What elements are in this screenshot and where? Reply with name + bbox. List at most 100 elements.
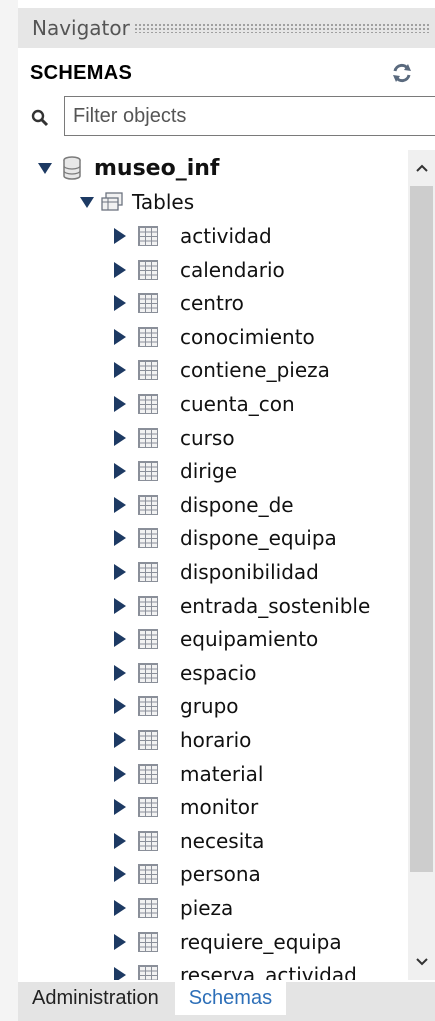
schemas-label: SCHEMAS xyxy=(30,61,133,84)
table-node[interactable]: centro xyxy=(114,287,244,319)
table-node[interactable]: equipamiento xyxy=(114,623,318,655)
table-name: disponibilidad xyxy=(180,560,319,584)
expand-arrow-icon[interactable] xyxy=(114,698,126,715)
expand-arrow-icon[interactable] xyxy=(114,900,126,916)
table-node[interactable]: material xyxy=(114,758,263,790)
scrollbar-thumb[interactable] xyxy=(410,186,433,872)
expand-arrow-icon[interactable] xyxy=(114,496,126,513)
navigator-titlebar: Navigator xyxy=(18,8,435,48)
refresh-icon[interactable] xyxy=(390,61,414,85)
table-icon xyxy=(138,326,158,347)
table-node[interactable]: cuenta_con xyxy=(114,388,295,420)
table-node[interactable]: dispone_equipa xyxy=(114,522,337,554)
expand-arrow-icon[interactable] xyxy=(114,362,126,379)
table-name: reserva_actividad xyxy=(180,963,357,980)
expand-arrow-icon[interactable] xyxy=(114,530,126,547)
table-node[interactable]: necesita xyxy=(114,825,264,857)
table-node[interactable]: requiere_equipa xyxy=(114,926,342,958)
table-name: monitor xyxy=(180,795,259,820)
table-node[interactable]: horario xyxy=(114,724,251,756)
table-name: espacio xyxy=(180,660,257,685)
table-name: calendario xyxy=(180,257,285,282)
expand-arrow-icon[interactable] xyxy=(114,396,126,412)
expand-arrow-icon[interactable] xyxy=(114,799,126,816)
table-node[interactable]: disponibilidad xyxy=(114,556,319,588)
expand-arrow-icon[interactable] xyxy=(114,732,126,748)
table-name: entrada_sostenible xyxy=(180,593,371,618)
table-icon xyxy=(138,394,158,414)
expand-arrow-icon[interactable] xyxy=(114,597,126,614)
table-node[interactable]: dirige xyxy=(114,455,237,487)
table-node[interactable]: conocimiento xyxy=(114,321,315,353)
table-icon xyxy=(138,427,158,448)
table-name: pieza xyxy=(180,896,234,920)
expand-arrow-icon[interactable] xyxy=(114,328,126,345)
expand-arrow-icon[interactable] xyxy=(114,664,126,681)
scroll-down-button[interactable] xyxy=(408,950,435,974)
table-node[interactable]: contiene_pieza xyxy=(114,354,330,386)
filter-objects-input[interactable] xyxy=(64,96,435,136)
expand-arrow-icon[interactable] xyxy=(114,564,126,580)
table-icon xyxy=(138,293,158,314)
table-name: contiene_pieza xyxy=(180,358,330,383)
expand-arrow-icon[interactable] xyxy=(114,765,126,782)
panel-drag-handle[interactable] xyxy=(133,23,431,33)
table-icon xyxy=(138,595,158,616)
collapse-arrow-icon[interactable] xyxy=(38,162,52,174)
table-node[interactable]: entrada_sostenible xyxy=(114,590,370,622)
table-name: persona xyxy=(180,862,261,887)
table-name: cuenta_con xyxy=(180,392,295,416)
table-icon xyxy=(138,763,158,784)
table-icon xyxy=(138,797,158,818)
tables-folder-label: Tables xyxy=(132,190,195,214)
table-icon xyxy=(138,696,158,717)
table-icon xyxy=(138,830,158,851)
table-name: equipamiento xyxy=(180,627,319,652)
table-icon xyxy=(138,629,158,650)
table-node[interactable]: grupo xyxy=(114,690,239,722)
table-node[interactable]: reserva_actividad xyxy=(114,959,357,980)
table-name: requiere_equipa xyxy=(180,929,342,954)
tab-administration[interactable]: Administration xyxy=(18,982,173,1015)
table-name: necesita xyxy=(180,828,265,853)
vertical-scrollbar[interactable] xyxy=(408,150,435,980)
left-edge-strip xyxy=(0,0,18,1021)
bottom-tab-bar: Administration Schemas xyxy=(18,982,435,1021)
expand-arrow-icon[interactable] xyxy=(114,866,126,883)
table-icon xyxy=(138,965,158,980)
table-name: dispone_equipa xyxy=(180,526,337,551)
table-node[interactable]: persona xyxy=(114,858,261,890)
table-icon xyxy=(138,528,158,549)
expand-arrow-icon[interactable] xyxy=(114,933,126,950)
table-name: conocimiento xyxy=(180,324,315,349)
scroll-up-button[interactable] xyxy=(408,156,435,180)
expand-arrow-icon[interactable] xyxy=(114,261,126,278)
table-node[interactable]: calendario xyxy=(114,254,285,286)
table-node[interactable]: espacio xyxy=(114,657,256,689)
schema-node[interactable]: museo_inf xyxy=(38,152,220,184)
table-node[interactable]: monitor xyxy=(114,791,258,823)
tables-folder-node[interactable]: Tables xyxy=(80,186,194,218)
table-node[interactable]: pieza xyxy=(114,892,233,924)
search-icon xyxy=(31,109,49,127)
expand-arrow-icon[interactable] xyxy=(114,463,126,480)
collapse-arrow-icon[interactable] xyxy=(80,196,94,208)
expand-arrow-icon[interactable] xyxy=(114,631,126,648)
table-node[interactable]: actividad xyxy=(114,220,272,252)
table-name: centro xyxy=(180,291,244,316)
table-icon xyxy=(138,494,158,515)
table-icon xyxy=(138,864,158,885)
table-node[interactable]: dispone_de xyxy=(114,489,294,521)
expand-arrow-icon[interactable] xyxy=(114,967,126,980)
table-node[interactable]: curso xyxy=(114,422,235,454)
table-name: actividad xyxy=(180,224,272,248)
expand-arrow-icon[interactable] xyxy=(114,832,126,849)
expand-arrow-icon[interactable] xyxy=(114,228,126,244)
database-icon xyxy=(63,156,81,180)
expand-arrow-icon[interactable] xyxy=(114,429,126,446)
tab-schemas[interactable]: Schemas xyxy=(174,982,287,1015)
table-icon xyxy=(138,898,158,918)
chevron-up-icon xyxy=(415,164,428,172)
table-icon xyxy=(138,461,158,482)
expand-arrow-icon[interactable] xyxy=(114,295,126,312)
